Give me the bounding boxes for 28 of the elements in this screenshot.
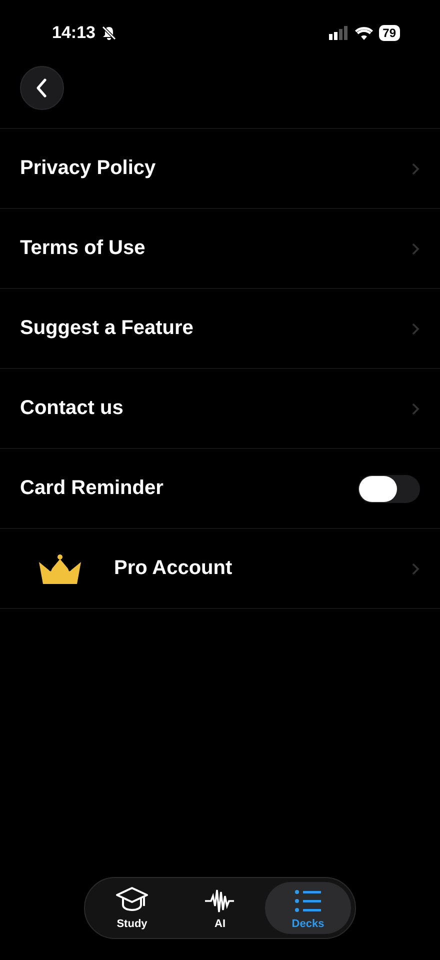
row-label: Contact us xyxy=(20,397,124,420)
tab[interactable]: Study xyxy=(89,882,175,934)
bell-muted-icon xyxy=(101,25,118,41)
row-label: Terms of Use xyxy=(20,237,146,260)
back-icon xyxy=(35,78,49,98)
chevron-icon xyxy=(410,322,420,336)
chevron-icon xyxy=(410,242,420,256)
status-time: 14:13 xyxy=(52,23,96,43)
settings-row[interactable]: Contact us xyxy=(0,369,440,449)
settings-row[interactable]: Terms of Use xyxy=(0,209,440,289)
battery-icon: 79 xyxy=(378,25,400,41)
row-label: Privacy Policy xyxy=(20,157,156,180)
settings-row[interactable]: Pro Account xyxy=(0,529,440,609)
row-label: Pro Account xyxy=(114,557,232,580)
toggle-switch[interactable] xyxy=(358,474,420,502)
chevron-icon xyxy=(410,162,420,176)
settings-row[interactable]: Suggest a Feature xyxy=(0,289,440,369)
wifi-icon xyxy=(354,26,373,40)
tab[interactable]: AI xyxy=(177,882,263,934)
crown-icon xyxy=(38,554,82,584)
row-label: Suggest a Feature xyxy=(20,317,194,340)
settings-row[interactable]: Privacy Policy xyxy=(0,129,440,209)
chevron-icon xyxy=(410,402,420,416)
back-button[interactable] xyxy=(20,66,64,110)
tab[interactable]: Decks xyxy=(265,882,351,934)
row-label: Card Reminder xyxy=(20,477,164,500)
signal-icon xyxy=(328,26,349,40)
chevron-icon xyxy=(410,562,420,576)
